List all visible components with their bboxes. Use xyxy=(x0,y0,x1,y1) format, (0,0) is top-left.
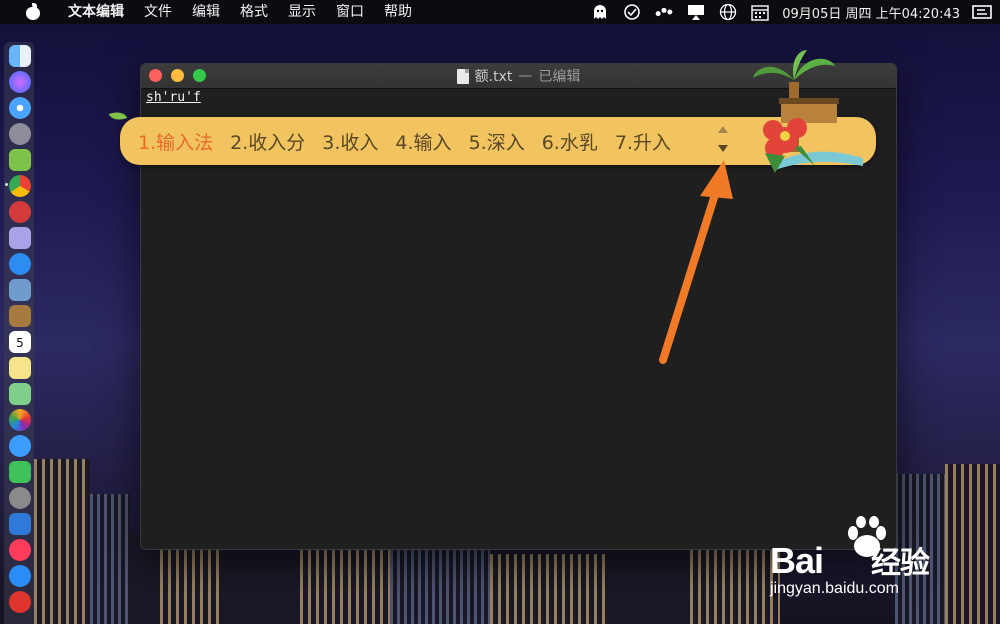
leaf-icon xyxy=(108,108,128,124)
vivaldi-icon[interactable] xyxy=(9,591,31,613)
candidate-5[interactable]: 5.深入 xyxy=(469,128,525,155)
preview-icon[interactable] xyxy=(9,279,31,301)
baidu-watermark: Bai 经验 jingyan.baidu.com xyxy=(770,516,990,610)
dock: 5 xyxy=(4,42,34,624)
minimize-button[interactable] xyxy=(171,69,184,82)
finder-icon[interactable] xyxy=(9,45,31,67)
page-arrows xyxy=(718,126,728,152)
ghost-icon[interactable] xyxy=(590,3,610,21)
menu-window[interactable]: 窗口 xyxy=(326,0,374,24)
watermark-url: jingyan.baidu.com xyxy=(770,580,899,597)
window-title: 额.txt — 已编辑 xyxy=(456,66,581,86)
island-skin-decoration xyxy=(753,50,863,173)
messages-icon[interactable] xyxy=(9,435,31,457)
page-up-icon[interactable] xyxy=(718,126,728,133)
safari-icon[interactable] xyxy=(9,97,31,119)
dots-icon[interactable] xyxy=(654,3,674,21)
input-source-icon[interactable] xyxy=(972,3,992,21)
watermark-brand-cn: 经验 xyxy=(871,547,930,580)
menubar-clock[interactable]: 09月05日 周四 上午04:20:43 xyxy=(782,3,960,22)
app-store-icon[interactable] xyxy=(9,565,31,587)
menu-format[interactable]: 格式 xyxy=(230,0,278,24)
system-preferences-icon[interactable] xyxy=(9,487,31,509)
menu-app-name[interactable]: 文本编辑 xyxy=(58,0,134,24)
candidate-2[interactable]: 2.收入分 xyxy=(230,128,305,155)
document-icon xyxy=(456,68,469,84)
page-down-icon[interactable] xyxy=(718,145,728,152)
candidate-4[interactable]: 4.输入 xyxy=(395,128,451,155)
apple-icon[interactable] xyxy=(24,3,44,20)
airplay-icon[interactable] xyxy=(686,3,706,21)
candidate-1[interactable]: 1.输入法 xyxy=(138,128,213,155)
candidate-6[interactable]: 6.水乳 xyxy=(542,128,598,155)
menu-bar: 文本编辑 文件 编辑 格式 显示 窗口 帮助 09月05日 周四 上午04:20… xyxy=(0,0,1000,24)
android-icon[interactable] xyxy=(9,149,31,171)
chrome-icon[interactable] xyxy=(9,175,31,197)
xcode-icon[interactable] xyxy=(9,253,31,275)
watermark-brand: Bai xyxy=(770,540,824,581)
siri-icon[interactable] xyxy=(9,71,31,93)
menu-view[interactable]: 显示 xyxy=(278,0,326,24)
notebook-icon[interactable] xyxy=(9,305,31,327)
maps-icon[interactable] xyxy=(9,383,31,405)
candidate-3[interactable]: 3.收入 xyxy=(322,128,378,155)
app-icon[interactable] xyxy=(9,201,31,223)
facetime-icon[interactable] xyxy=(9,461,31,483)
menu-help[interactable]: 帮助 xyxy=(374,0,422,24)
window-controls xyxy=(149,69,206,82)
keynote-icon[interactable] xyxy=(9,513,31,535)
candidate-list: 1.输入法 2.收入分 3.收入 4.输入 5.深入 6.水乳 7.升入 xyxy=(138,117,671,165)
launchpad-icon[interactable] xyxy=(9,123,31,145)
candidate-7[interactable]: 7.升入 xyxy=(615,128,671,155)
notes-icon[interactable] xyxy=(9,227,31,249)
composing-text: sh'ru'f xyxy=(146,90,201,105)
menu-file[interactable]: 文件 xyxy=(134,0,182,24)
menu-edit[interactable]: 编辑 xyxy=(182,0,230,24)
text-editor[interactable]: sh'ru'f xyxy=(146,90,201,105)
photos-icon[interactable] xyxy=(9,409,31,431)
edited-status: 已编辑 xyxy=(538,69,581,85)
music-icon[interactable] xyxy=(9,539,31,561)
title-separator: — xyxy=(518,68,533,84)
watermark-logo: Bai 经验 xyxy=(770,538,930,582)
globe-icon[interactable] xyxy=(718,3,738,21)
stickies-icon[interactable] xyxy=(9,357,31,379)
calendar-icon[interactable] xyxy=(750,3,770,21)
globe-check-icon[interactable] xyxy=(622,3,642,21)
close-button[interactable] xyxy=(149,69,162,82)
calendar-icon[interactable]: 5 xyxy=(9,331,31,353)
zoom-button[interactable] xyxy=(193,69,206,82)
window-filename: 额.txt xyxy=(474,69,513,85)
